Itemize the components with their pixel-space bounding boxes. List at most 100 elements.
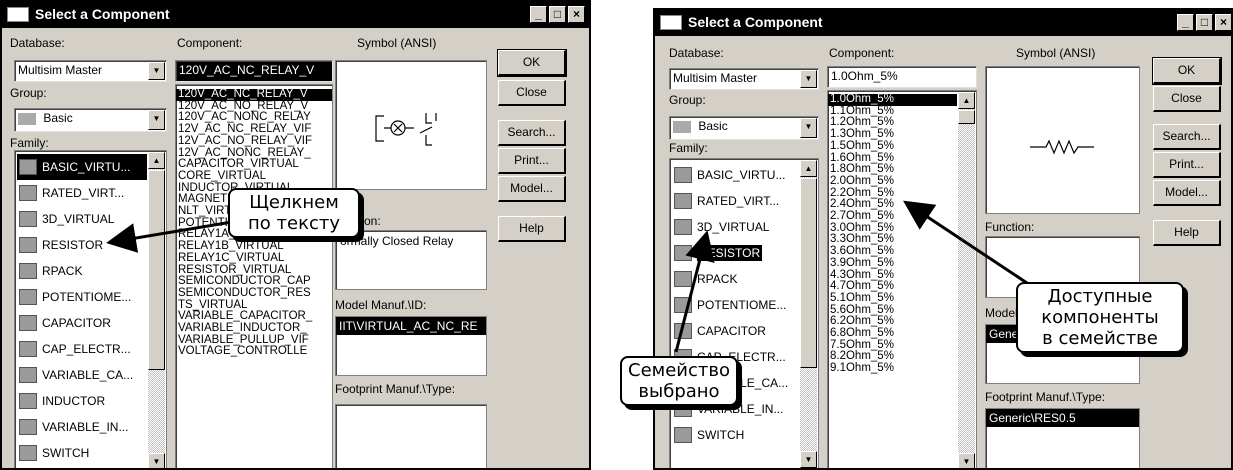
component-family-icon [19, 237, 37, 253]
database-dropdown[interactable]: Multisim Master ▼ [14, 60, 167, 82]
model-button[interactable]: Model... [1153, 180, 1221, 206]
scroll-down-icon[interactable]: ▼ [148, 453, 165, 468]
family-item[interactable]: POTENTIOME... [17, 284, 147, 310]
family-item[interactable]: SWITCH [672, 422, 799, 448]
component-item[interactable]: 1.5Ohm_5% [828, 140, 957, 153]
component-scrollbar[interactable]: ▲ ▼ [958, 92, 975, 468]
component-input[interactable]: 120V_AC_NC_RELAY_V [175, 60, 333, 82]
component-item[interactable]: 120V_AC_NC_RELAY_V [176, 88, 332, 101]
print-button[interactable]: Print... [498, 148, 566, 174]
function-label: Function: [985, 220, 1035, 234]
component-item[interactable]: VOLTAGE_CONTROLLE [176, 346, 332, 358]
family-item[interactable]: RPACK [17, 258, 147, 284]
family-item[interactable]: CAP_ELECTR... [17, 336, 147, 362]
component-input[interactable]: 1.0Ohm_5% [827, 66, 977, 88]
component-item[interactable]: 12V_AC_NO_RELAY_VIF [176, 135, 332, 148]
family-item-label: CAPACITOR [42, 316, 111, 330]
component-item[interactable]: VARIABLE_INDUCTOR_ [176, 322, 332, 335]
family-item[interactable]: RATED_VIRT... [672, 188, 799, 214]
search-button[interactable]: Search... [1153, 124, 1221, 150]
close-icon[interactable]: × [568, 6, 585, 23]
model-value[interactable]: IIT\VIRTUAL_AC_NC_RE [336, 317, 486, 335]
family-item[interactable]: 3D_VIRTUAL [672, 214, 799, 240]
family-item[interactable]: CAPACITOR [17, 310, 147, 336]
close-button[interactable]: Close [498, 80, 566, 106]
component-item[interactable]: CORE_VIRTUAL [176, 170, 332, 183]
component-item[interactable]: RELAY1C_VIRTUAL [176, 252, 332, 265]
model-button[interactable]: Model... [498, 176, 566, 202]
scroll-up-icon[interactable]: ▲ [148, 152, 165, 169]
minimize-icon[interactable]: _ [1177, 14, 1194, 31]
chevron-down-icon[interactable]: ▼ [800, 118, 817, 138]
family-item[interactable]: VARIABLE_IN... [17, 414, 147, 440]
scroll-down-icon[interactable]: ▼ [800, 451, 817, 468]
callout-family-selected: Семейство выбрано [620, 356, 738, 406]
family-item[interactable]: 3D_VIRTUAL [17, 206, 147, 232]
component-list[interactable]: 120V_AC_NC_RELAY_V 120V_AC_NO_RELAY_V 120V… [175, 84, 333, 468]
family-scrollbar[interactable]: ▲ ▼ [800, 160, 817, 468]
search-button[interactable]: Search... [498, 120, 566, 146]
family-item-label: RATED_VIRT... [697, 194, 780, 208]
family-item[interactable]: CAPACITOR [672, 318, 799, 344]
right-title-bar: Select a Component _ □ × [655, 10, 1231, 36]
family-item[interactable]: RPACK [672, 266, 799, 292]
component-label: Component: [177, 36, 243, 50]
scroll-down-icon[interactable]: ▼ [958, 453, 975, 468]
family-item[interactable]: INDUCTOR [17, 388, 147, 414]
family-item-label: VARIABLE_CA... [42, 368, 134, 382]
component-item[interactable]: 1.0Ohm_5% [828, 93, 957, 106]
close-icon[interactable]: × [1215, 14, 1231, 31]
left-title-bar: Select a Component _ □ × [2, 2, 589, 28]
family-item[interactable]: RATED_VIRT... [17, 180, 147, 206]
component-list[interactable]: 1.0Ohm_5% 1.1Ohm_5% 1.2Ohm_5% 1.3Ohm_5% 1.5O… [827, 90, 977, 468]
group-dropdown[interactable]: Basic ▼ [669, 116, 819, 140]
family-list[interactable]: BASIC_VIRTU... RATED_VIRT... 3D_VIRTUAL RES… [14, 150, 167, 468]
footprint-label: Footprint Manuf.\Type: [985, 390, 1106, 404]
footprint-box[interactable]: Generic\RES0.5 [985, 408, 1140, 468]
family-item[interactable]: RESISTOR [17, 232, 147, 258]
help-button[interactable]: Help [498, 216, 566, 242]
family-item-label: SWITCH [697, 428, 745, 442]
model-label: Model Manuf.\ID: [335, 298, 427, 312]
print-button[interactable]: Print... [1153, 152, 1221, 178]
component-item[interactable]: 2.7Ohm_5% [828, 210, 957, 223]
family-item[interactable]: VARIABLE_CA... [17, 362, 147, 388]
minimize-icon[interactable]: _ [530, 6, 547, 23]
family-item[interactable]: BASIC_VIRTU... [17, 154, 147, 180]
close-button[interactable]: Close [1153, 86, 1221, 112]
ok-button[interactable]: OK [1152, 57, 1222, 85]
scroll-thumb[interactable] [148, 170, 165, 370]
component-item[interactable]: 6.8Ohm_5% [828, 327, 957, 340]
family-item[interactable]: RESISTOR [672, 240, 799, 266]
chevron-down-icon[interactable]: ▼ [148, 62, 165, 80]
model-box[interactable]: IIT\VIRTUAL_AC_NC_RE [335, 316, 487, 376]
component-item[interactable]: 5.1Ohm_5% [828, 292, 957, 305]
help-button[interactable]: Help [1153, 220, 1221, 246]
chevron-down-icon[interactable]: ▼ [800, 70, 817, 88]
family-item[interactable]: BASIC_VIRTU... [672, 162, 799, 188]
chevron-down-icon[interactable]: ▼ [148, 110, 165, 130]
maximize-icon[interactable]: □ [1196, 14, 1213, 31]
family-scrollbar[interactable]: ▲ ▼ [148, 152, 165, 468]
scroll-thumb[interactable] [958, 110, 975, 124]
scroll-up-icon[interactable]: ▲ [958, 92, 975, 109]
family-item[interactable]: SWITCH [17, 440, 147, 466]
footprint-box[interactable] [335, 404, 487, 468]
component-item[interactable]: 2.0Ohm_5% [828, 175, 957, 188]
component-family-icon [674, 427, 692, 443]
scroll-up-icon[interactable]: ▲ [800, 160, 817, 177]
component-item[interactable]: 3.9Ohm_5% [828, 257, 957, 270]
group-dropdown[interactable]: Basic ▼ [14, 108, 167, 132]
ok-button[interactable]: OK [497, 49, 567, 77]
database-dropdown[interactable]: Multisim Master ▼ [669, 68, 819, 90]
family-item-label: SWITCH [42, 446, 90, 460]
family-item-label: CAP_ELECTR... [42, 342, 131, 356]
scroll-thumb[interactable] [800, 178, 817, 368]
maximize-icon[interactable]: □ [549, 6, 566, 23]
component-item[interactable]: 9.1Ohm_5% [828, 362, 957, 375]
family-item[interactable]: POTENTIOME... [672, 292, 799, 318]
footprint-value[interactable]: Generic\RES0.5 [986, 409, 1139, 427]
component-family-icon [674, 323, 692, 339]
family-list[interactable]: BASIC_VIRTU... RATED_VIRT... 3D_VIRTUAL RES… [669, 158, 819, 468]
component-item[interactable]: SEMICONDUCTOR_RES [176, 287, 332, 300]
